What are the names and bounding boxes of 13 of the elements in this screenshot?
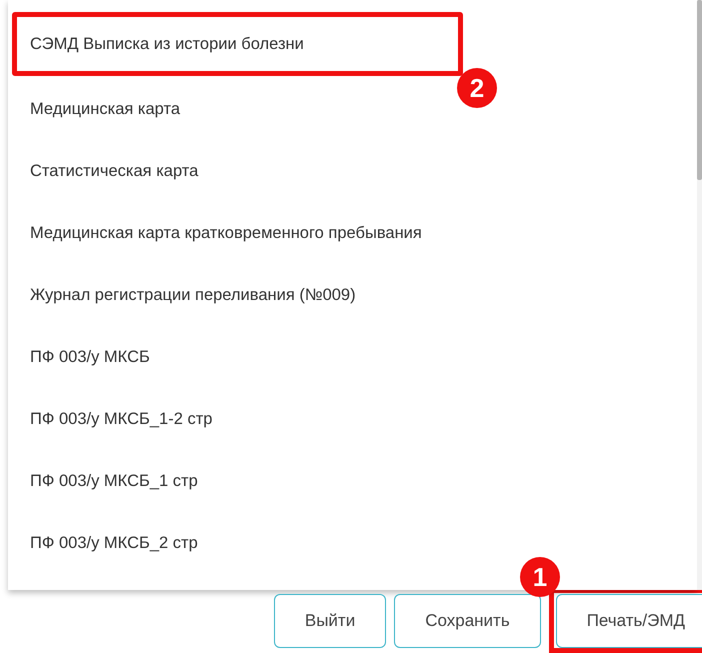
- menu-item[interactable]: Медицинская карта кратковременного пребывания: [8, 202, 434, 264]
- menu-item[interactable]: ПФ 003/у МКСБ_2 стр: [8, 512, 210, 574]
- menu-item[interactable]: Статистическая карта: [8, 140, 210, 202]
- menu-item[interactable]: СЭМД Выписка из истории болезни: [12, 12, 463, 76]
- menu-item[interactable]: ПФ 003/у МКСБ: [8, 326, 162, 388]
- menu-item[interactable]: Медицинская карта: [8, 78, 192, 140]
- action-button[interactable]: Выйти: [274, 594, 386, 648]
- menu-item[interactable]: ПФ 003/у МКСБ_1-2 стр: [8, 388, 224, 450]
- menu-item[interactable]: ПФ 003/у МКСБ_1 стр: [8, 450, 210, 512]
- action-button[interactable]: Сохранить: [394, 594, 541, 648]
- scrollbar[interactable]: [697, 0, 702, 590]
- menu-item[interactable]: Журнал регистрации переливания (№009): [8, 264, 368, 326]
- action-button[interactable]: Печать/ЭМД: [556, 594, 702, 648]
